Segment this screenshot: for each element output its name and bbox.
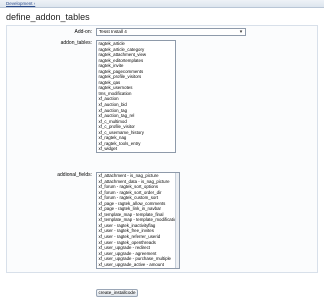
addon-label: Add-on: [74,29,92,35]
breadcrumb-development-link[interactable]: Development › [6,0,35,8]
create-installcode-button[interactable]: create_installcode [96,289,138,297]
addon-select[interactable]: Tesst Install 4 ▾ [96,28,246,36]
additional-fields-label: addional_fields: [57,172,92,178]
additional-fields-listbox[interactable]: xf_attachment - is_nag_picture xf_attachm… [96,172,180,269]
addon-tables-listbox[interactable]: ragtek_article ragtek_article_category rag… [96,40,176,153]
breadcrumb-bar: Development › [0,0,324,8]
addon-select-value: Tesst Install 4 [99,29,127,34]
list-item[interactable]: xf_user_upgrade - purchase_multiple [97,256,179,262]
list-item[interactable]: xf_user_upgrade_active - amount [97,262,179,268]
list-item[interactable]: xf_widget [97,146,175,152]
chevron-down-icon[interactable]: ▾ [238,29,244,35]
addon-tables-label: addon_tables: [60,40,92,46]
fields-scrollbar[interactable] [175,173,179,268]
page-title: define_addon_tables [6,12,90,22]
